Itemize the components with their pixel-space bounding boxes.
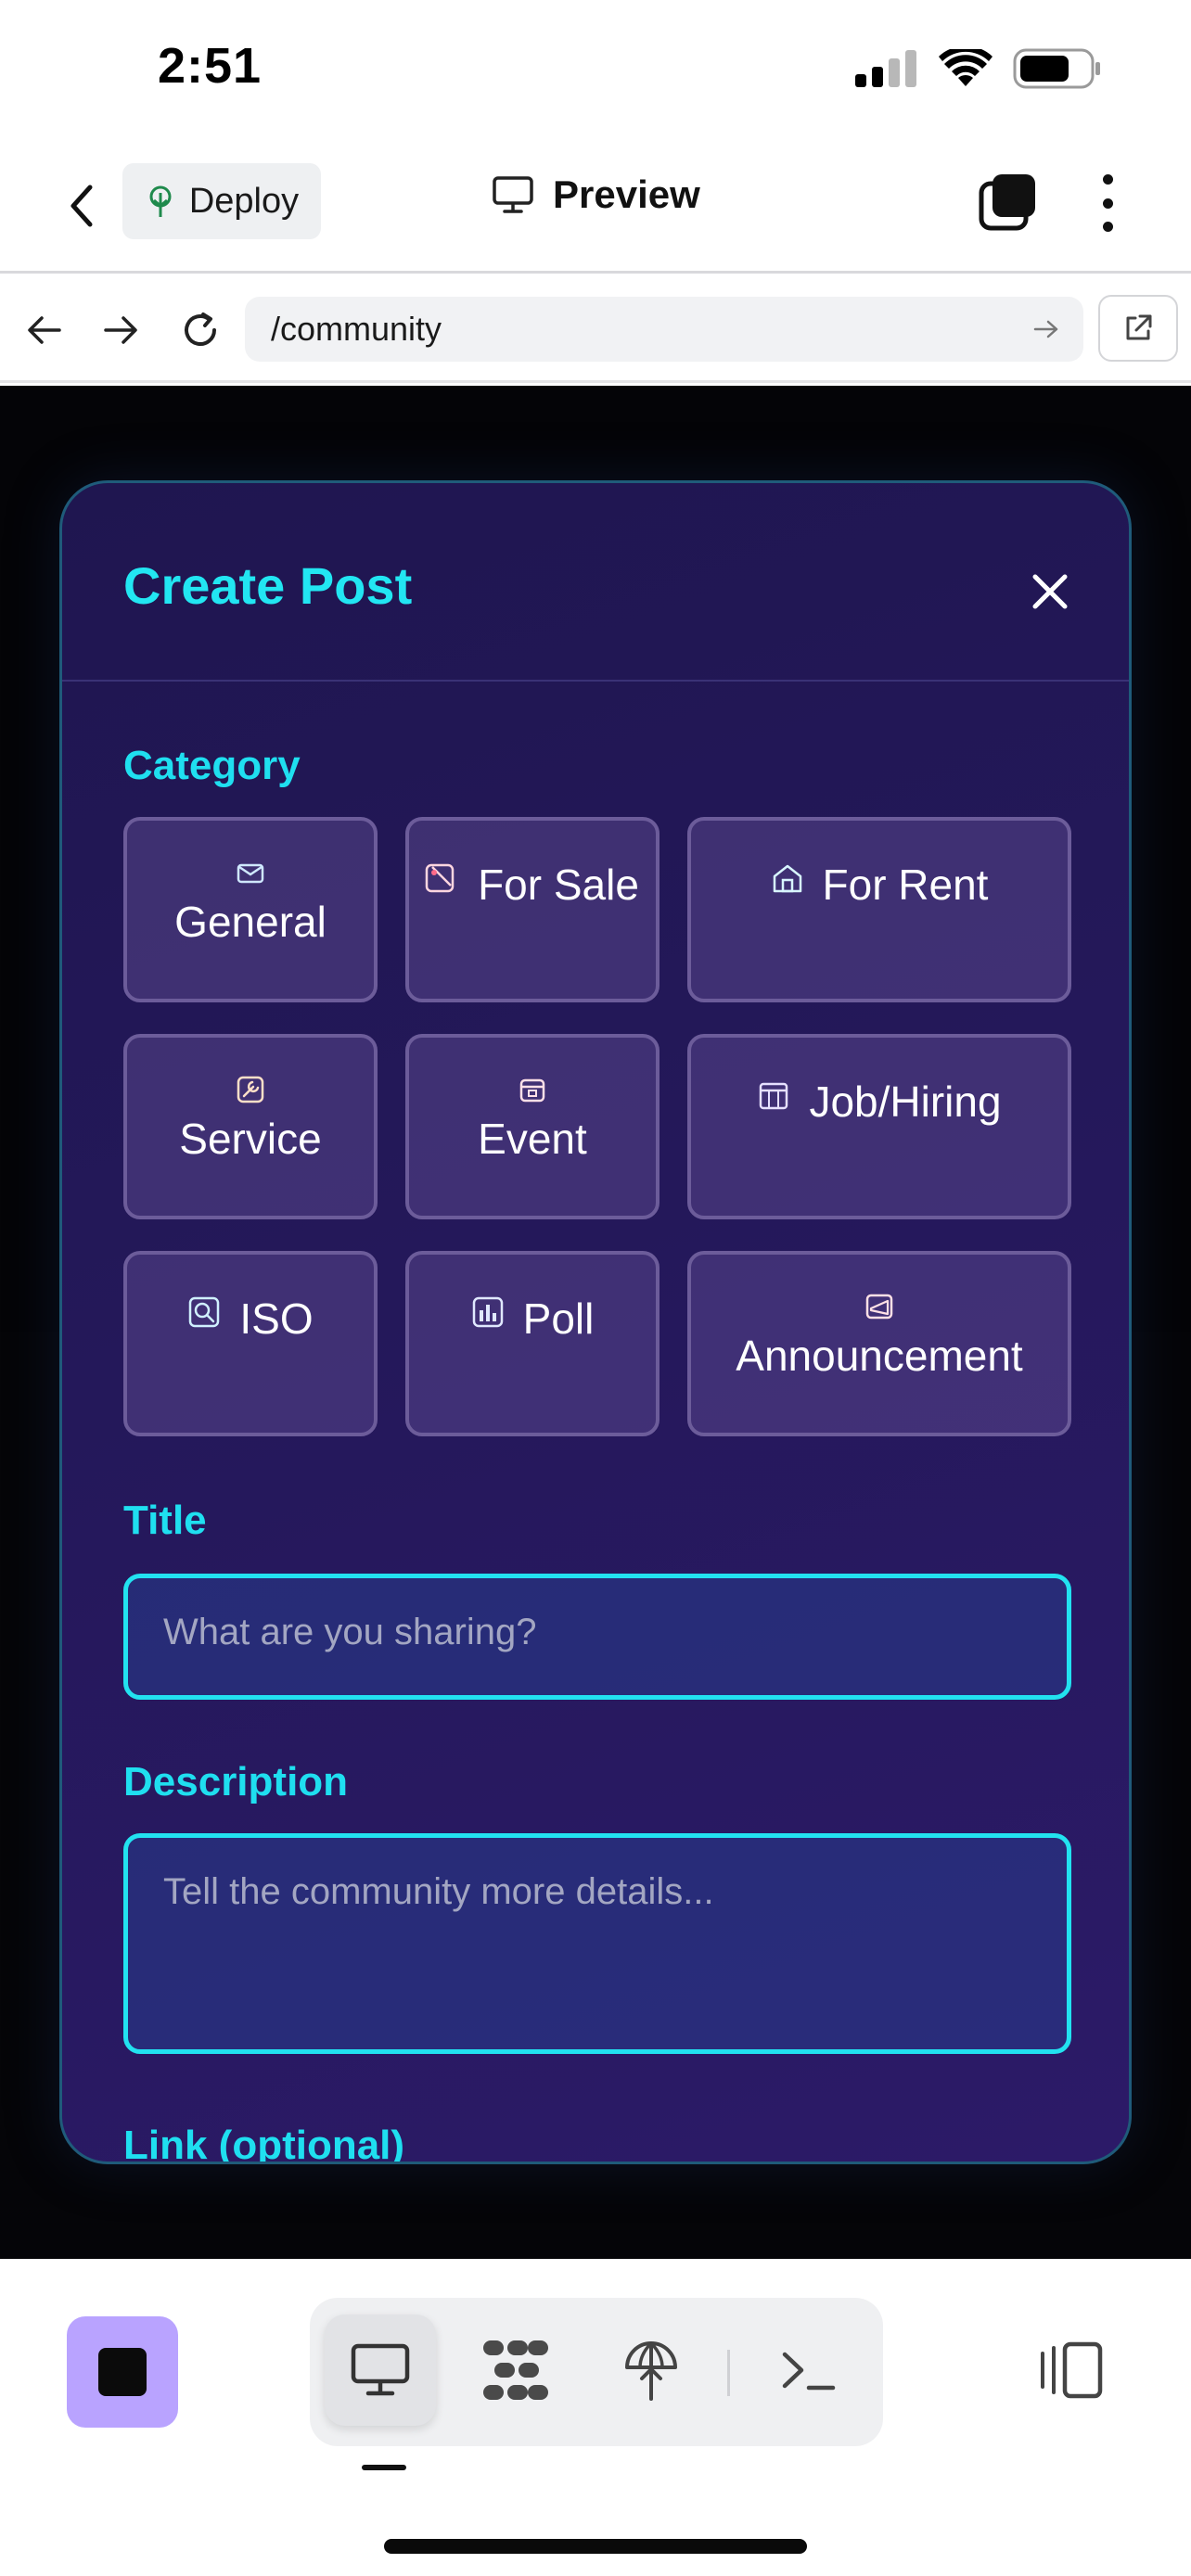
monitor-icon — [493, 176, 533, 213]
title-placeholder: What are you sharing? — [163, 1612, 537, 1652]
cellular-signal-icon — [855, 50, 918, 87]
segment-divider — [727, 2350, 730, 2396]
category-label-text: ISO — [239, 1294, 314, 1343]
category-label-text: Announcement — [736, 1332, 1023, 1380]
close-button[interactable] — [1027, 568, 1073, 615]
modal-title: Create Post — [123, 556, 413, 615]
wrench-icon — [237, 1076, 264, 1103]
description-textarea[interactable]: Tell the community more details... — [123, 1833, 1071, 2054]
title-label: Title — [123, 1498, 207, 1543]
open-external-button[interactable] — [1098, 295, 1178, 362]
category-label-text: General — [174, 898, 327, 946]
category-label-text: Job/Hiring — [809, 1078, 1002, 1126]
category-label-text: For Rent — [822, 861, 989, 909]
tabs-icon — [979, 174, 1035, 231]
deploy-label: Deploy — [188, 181, 300, 221]
preview-mode-button[interactable] — [325, 2315, 436, 2426]
terminal-mode-button[interactable] — [753, 2315, 864, 2426]
bottom-toolbar — [0, 2259, 1191, 2576]
category-poll-button[interactable]: Poll — [405, 1251, 660, 1436]
chevron-left-icon — [70, 185, 93, 227]
view-mode-switcher — [310, 2298, 883, 2446]
category-announcement-button[interactable]: Announcement — [687, 1251, 1071, 1436]
category-label: Category — [123, 743, 301, 788]
bar-chart-icon — [472, 1296, 503, 1328]
wifi-icon — [939, 49, 992, 88]
url-field[interactable]: /community — [245, 297, 1083, 362]
deploy-tree-icon — [625, 2341, 677, 2401]
preview-title: Preview — [492, 172, 700, 217]
envelope-icon — [237, 863, 264, 884]
app-header: Deploy Preview — [0, 139, 1191, 274]
category-for-rent-button[interactable]: For Rent — [687, 817, 1071, 1002]
active-tab-indicator — [362, 2465, 406, 2470]
description-label: Description — [123, 1759, 349, 1804]
category-service-button[interactable]: Service — [123, 1034, 378, 1219]
category-iso-button[interactable]: ISO — [123, 1251, 378, 1436]
category-label-text: Event — [478, 1115, 587, 1163]
url-text: /community — [271, 310, 442, 348]
status-time: 2:51 — [158, 38, 263, 94]
stop-icon — [98, 2348, 147, 2396]
tabs-button[interactable] — [978, 172, 1037, 232]
browser-forward-button[interactable] — [95, 304, 147, 356]
megaphone-icon — [865, 1294, 893, 1320]
category-for-sale-button[interactable]: For Sale — [405, 817, 660, 1002]
code-mode-button[interactable] — [460, 2315, 571, 2426]
category-job-hiring-button[interactable]: Job/Hiring — [687, 1034, 1071, 1219]
arrow-right-icon — [104, 316, 137, 344]
browser-bar: /community — [0, 276, 1191, 383]
link-label: Link (optional) — [123, 2123, 405, 2164]
external-link-icon — [1126, 314, 1152, 340]
create-post-modal: Create Post Category General For Sale Fo… — [59, 480, 1132, 2164]
category-general-button[interactable]: General — [123, 817, 378, 1002]
category-label-text: Service — [179, 1115, 322, 1163]
battery-icon — [1013, 48, 1102, 89]
toggle-panel-button[interactable] — [1031, 2331, 1109, 2409]
description-placeholder: Tell the community more details... — [163, 1871, 714, 1912]
building-icon — [760, 1082, 788, 1110]
more-dot — [1102, 198, 1113, 209]
category-event-button[interactable]: Event — [405, 1034, 660, 1219]
reload-button[interactable] — [174, 304, 226, 356]
tag-icon — [425, 863, 455, 893]
go-arrow-icon[interactable] — [1033, 318, 1059, 340]
status-bar: 2:51 — [0, 0, 1191, 139]
more-options-button[interactable] — [1095, 174, 1121, 232]
browser-back-button[interactable] — [19, 304, 70, 356]
deploy-tree-icon — [149, 185, 172, 217]
calendar-icon — [519, 1078, 545, 1103]
preview-label: Preview — [553, 172, 700, 216]
modal-header: Create Post — [62, 483, 1129, 682]
more-dot — [1102, 222, 1113, 232]
reload-icon — [185, 312, 216, 346]
house-icon — [773, 864, 801, 893]
terminal-icon — [782, 2352, 836, 2391]
close-icon — [1032, 574, 1068, 609]
category-label-text: For Sale — [478, 861, 639, 909]
sidebar-toggle-icon — [1041, 2341, 1103, 2399]
back-button[interactable] — [58, 178, 106, 234]
home-indicator — [384, 2539, 807, 2554]
deploy-button[interactable]: Deploy — [122, 163, 321, 239]
deploy-mode-button[interactable] — [596, 2315, 707, 2426]
category-label-text: Poll — [522, 1294, 595, 1343]
title-input[interactable]: What are you sharing? — [123, 1574, 1071, 1700]
arrow-left-icon — [28, 316, 61, 344]
code-blocks-icon — [483, 2340, 548, 2400]
monitor-icon — [351, 2343, 410, 2396]
more-dot — [1102, 174, 1113, 185]
stop-button[interactable] — [67, 2316, 178, 2428]
status-icons — [855, 48, 1102, 89]
magnifier-icon — [189, 1296, 220, 1328]
